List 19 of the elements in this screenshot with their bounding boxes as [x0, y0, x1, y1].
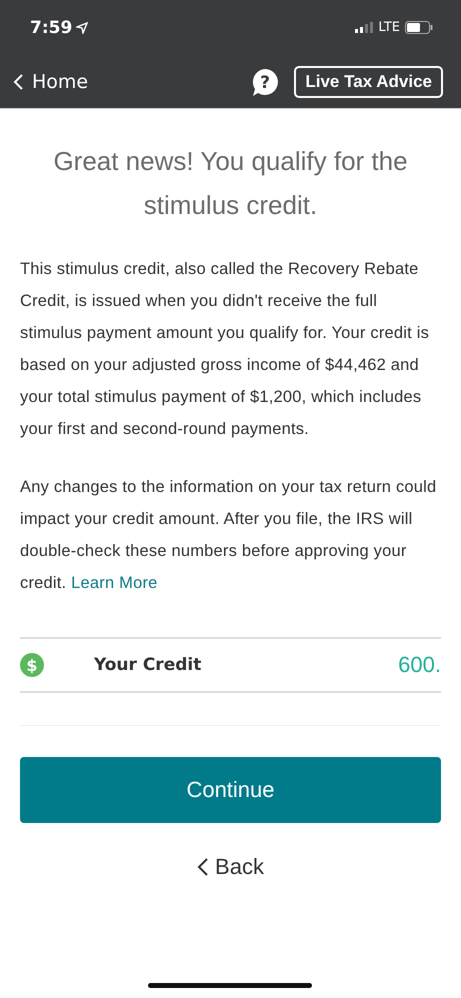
home-back-link[interactable]: Home [12, 70, 88, 92]
learn-more-link[interactable]: Learn More [71, 574, 158, 592]
body-paragraph: This stimulus credit, also called the Recovery Rebate Credit, is issued when you didn't receive the full stimulus payment amount you qualify for. Your credit is based on your adjusted gross income of $44,462 and your total stimulus payment of $1,200, which includes your first and second-round payments. [20, 259, 430, 440]
credit-label: Your Credit [94, 655, 202, 675]
credit-value: 600. [398, 652, 441, 678]
live-tax-advice-button[interactable]: Live Tax Advice [294, 66, 443, 98]
dollar-icon: $ [20, 653, 44, 677]
continue-button[interactable]: Continue [20, 757, 441, 823]
location-arrow-icon [76, 22, 88, 34]
signal-icon [355, 22, 374, 33]
battery-icon [405, 21, 433, 34]
chevron-left-icon [197, 857, 210, 877]
back-button[interactable]: Back [191, 853, 270, 881]
page-title: Great news! You qualify for the stimulus credit. [52, 145, 409, 222]
network-label: LTE [378, 20, 400, 35]
status-time: 7:59 [30, 18, 88, 38]
chevron-left-icon [12, 72, 24, 90]
body-paragraph: Any changes to the information on your tax return could impact your credit amount. After you file, the IRS will double-check these numbers before approving your credit. Learn More [20, 477, 438, 594]
help-icon[interactable]: ? [250, 66, 280, 96]
